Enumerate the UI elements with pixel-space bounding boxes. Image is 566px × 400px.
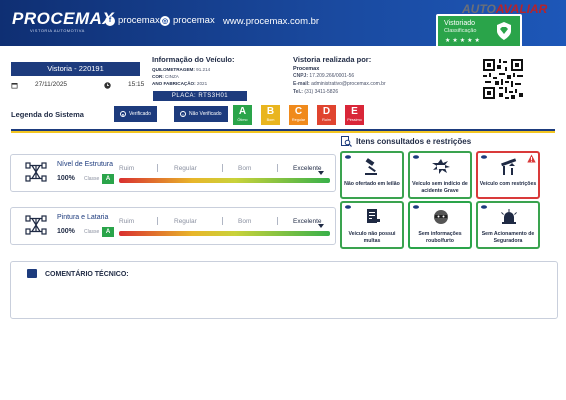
scale-tick	[222, 217, 223, 225]
eye-off-icon: ○	[180, 111, 186, 117]
color-row: COR: CINZA	[152, 74, 179, 79]
card-no-fines: Veículo não possui multas	[340, 201, 404, 249]
procemax-logo: PROCEMAX	[12, 9, 115, 28]
chassis-icon	[25, 162, 47, 182]
year-row: ANO FABRICAÇÃO: 2021	[152, 81, 208, 86]
eye-icon	[413, 205, 419, 209]
grade-d: D Ruim	[317, 105, 336, 125]
website-link[interactable]: www.procemax.com.br	[223, 16, 319, 27]
scale-label-bom: Bom	[238, 165, 252, 172]
vendor-name: Procemax	[293, 66, 320, 72]
panel-grade: A	[102, 227, 114, 237]
document-search-icon	[341, 136, 352, 147]
legend-verified: ● Verificado	[114, 106, 157, 122]
panel-title: Pintura e Lataria	[57, 214, 109, 221]
warning-icon	[527, 154, 536, 163]
vistoriado-badge: Vistoriado Classificação ★★★★★	[436, 14, 522, 48]
plate-badge: PLACA: RTS3H01	[153, 91, 247, 101]
panel-percent: 100%	[57, 175, 75, 182]
instagram-handle: procemax	[173, 15, 215, 26]
grade-c: C Regular	[289, 105, 308, 125]
facebook-handle: procemax	[118, 15, 160, 26]
vendor-title: Vistoria realizada por:	[293, 55, 372, 64]
vistoria-datetime: 27/11/2025 15:15	[11, 80, 144, 92]
vendor-cnpj: CNPJ: 17.209.266/0001-56	[293, 73, 355, 79]
paint-panel: Pintura e Lataria 100% Classe A Ruim Reg…	[10, 207, 336, 245]
scale-label-ruim: Ruim	[119, 165, 135, 172]
ticket-icon	[367, 209, 380, 223]
grade-e: E Péssimo	[345, 105, 364, 125]
logo-subtitle: VISTORIA AUTOMOTIVA	[30, 28, 85, 33]
panel-classe-label: Classe	[84, 229, 100, 235]
mask-icon	[434, 210, 448, 224]
restrictions-title: Itens consultados e restrições	[356, 137, 472, 146]
vehicle-info-title: Informação do Veículo:	[152, 55, 235, 64]
siren-icon	[501, 209, 517, 224]
panel-title: Nível de Estrutura	[57, 161, 114, 168]
facebook-icon: f	[105, 15, 115, 26]
instagram-icon: ◎	[160, 15, 170, 26]
scale-label-regular: Regular	[174, 165, 197, 172]
card-no-theft: Sem informações roubo/furto	[408, 201, 472, 249]
grade-b: B Bom	[261, 105, 280, 125]
scale-tick	[157, 217, 158, 225]
scale-tick	[277, 164, 278, 172]
scale-label-bom: Bom	[238, 218, 252, 225]
eye-icon	[481, 155, 487, 159]
divider-yellow	[11, 131, 555, 133]
badge-title: Vistoriado	[444, 20, 476, 27]
scale-label-ruim: Ruim	[119, 218, 135, 225]
scale-tick	[222, 164, 223, 172]
card-restrictions: Veículo com restrições	[476, 151, 540, 199]
crash-icon	[432, 159, 450, 174]
eye-icon: ●	[120, 111, 126, 117]
card-not-auctioned: Não ofertado em leilão	[340, 151, 404, 199]
panel-percent: 100%	[57, 228, 75, 235]
legend-not-verified: ○ Não Verificado	[174, 106, 228, 122]
eye-icon	[481, 205, 487, 209]
technical-comment-box[interactable]: COMENTÁRIO TÉCNICO:	[10, 261, 558, 319]
scale-marker	[318, 171, 324, 175]
eye-icon	[345, 155, 351, 159]
card-no-accident: Veículo sem indício de acidente Grave	[408, 151, 472, 199]
comment-icon	[27, 269, 37, 278]
grade-a: A Ótimo	[233, 105, 252, 125]
scale-tick	[157, 164, 158, 172]
panel-grade: A	[102, 174, 114, 184]
eye-icon	[345, 205, 351, 209]
scale-tick	[277, 217, 278, 225]
diamond-shield-icon	[497, 22, 511, 40]
panel-classe-label: Classe	[84, 176, 100, 182]
quality-bar	[119, 231, 330, 236]
structure-panel: Nível de Estrutura 100% Classe A Ruim Re…	[10, 154, 336, 192]
instagram-link[interactable]: ◎ procemax	[160, 15, 215, 26]
comment-title: COMENTÁRIO TÉCNICO:	[45, 271, 129, 278]
card-no-insurance: Sem Acionamento de Seguradora	[476, 201, 540, 249]
vendor-phone: Tel.: (31) 3411-5826	[293, 89, 339, 95]
report-page: PROCEMAX VISTORIA AUTOMOTIVA f procemax …	[0, 0, 566, 400]
scale-label-regular: Regular	[174, 218, 197, 225]
vistoria-date: 27/11/2025	[35, 81, 68, 88]
legend-title: Legenda do Sistema	[11, 110, 84, 119]
gavel-icon	[365, 158, 377, 175]
vendor-email: E-mail: administrativo@procemax.com.br	[293, 81, 386, 87]
facebook-link[interactable]: f procemax	[105, 15, 160, 26]
scale-marker	[318, 224, 324, 228]
chassis-icon	[25, 215, 47, 235]
qr-code[interactable]	[481, 57, 525, 101]
badge-stars: ★★★★★	[445, 38, 482, 44]
eye-icon	[413, 155, 419, 159]
vistoria-number: Vistoria - 220191	[11, 62, 140, 76]
barrier-icon	[501, 158, 517, 175]
badge-subtitle: Classificação	[444, 28, 477, 34]
km-row: QUILOMETRAGEM: 91.214	[152, 67, 211, 72]
clock-icon	[104, 82, 111, 89]
vistoria-time: 15:15	[128, 81, 145, 88]
quality-bar	[119, 178, 330, 183]
calendar-icon	[11, 83, 18, 89]
